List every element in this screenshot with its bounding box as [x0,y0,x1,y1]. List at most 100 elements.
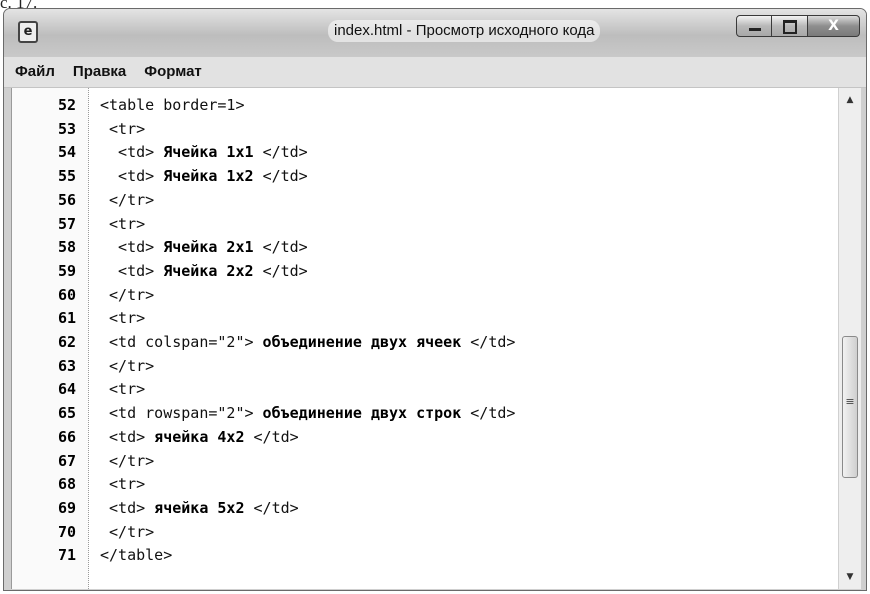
vertical-scrollbar[interactable]: ▲ ≡ ▼ [838,88,861,589]
code-text: <tr> [100,473,145,495]
code-markup: <td> [100,261,155,280]
line-number: 63 [57,356,76,375]
code-markup-close: </td> [470,333,516,351]
cell-content: Ячейка 2x1 [154,238,263,257]
code-markup: <tr> [100,309,146,328]
line-number: 62 [57,333,76,351]
code-markup: <tr> [100,380,146,399]
code-markup: <td> [100,498,146,517]
code-markup: <td> [100,427,146,446]
line-number: 56 [57,190,76,209]
code-markup: <tr> [100,475,146,494]
line-number: 61 [57,309,76,328]
code-text: <td colspan="2"> объединение двух ячеек … [100,331,515,353]
line-number: 70 [57,522,76,541]
title-bar[interactable]: e index.html - Просмотр исходного кода X [4,9,866,57]
code-text: <td> Ячейка 1x2 </td> [100,165,308,187]
scroll-grip-icon: ≡ [845,394,855,408]
code-markup: <td rowspan="2"> [100,404,254,423]
code-text: <td rowspan="2"> объединение двух строк … [100,402,515,424]
ie-app-icon[interactable]: e [18,21,38,43]
code-line: 60 </tr> [12,284,835,306]
code-line: 54 <td> Ячейка 1x1 </td> [12,141,835,163]
minimize-icon [749,28,761,31]
code-markup: <td colspan="2"> [100,333,254,351]
cell-content: объединение двух ячеек [253,333,471,351]
line-number: 59 [57,261,76,280]
window-title: index.html - Просмотр исходного кода [328,20,601,42]
code-text: <table border=1> [100,94,245,116]
menu-format[interactable]: Формат [135,57,211,87]
code-markup: <tr> [100,214,146,233]
cell-content: Ячейка 1x2 [154,167,263,186]
code-text: </tr> [100,284,154,306]
scroll-down-arrow-icon[interactable]: ▼ [839,567,861,587]
menu-edit[interactable]: Правка [64,57,135,87]
menu-bar: Файл Правка Формат [4,57,866,88]
code-line: 68 <tr> [12,473,835,495]
code-markup: </tr> [100,451,155,470]
line-number: 54 [57,143,76,162]
code-text: <tr> [100,118,145,140]
code-line: 67 </tr> [12,450,835,472]
line-number: 69 [57,498,76,517]
code-line: 70 </tr> [12,521,835,543]
code-line: 63 </tr> [12,355,835,377]
window-controls: X [736,15,860,37]
code-line: 62 <td colspan="2"> объединение двух яче… [12,331,835,353]
code-markup-close: </td> [262,261,308,280]
code-markup: <td> [100,238,155,257]
code-markup: </tr> [100,190,155,209]
code-text: <tr> [100,307,145,329]
scroll-up-arrow-icon[interactable]: ▲ [839,90,861,110]
line-number: 64 [57,380,76,399]
line-number: 65 [57,404,76,423]
line-number: 57 [57,214,76,233]
code-markup: <td> [100,143,155,162]
code-markup-close: </td> [262,167,308,186]
code-text: </tr> [100,189,154,211]
minimize-button[interactable] [736,15,772,37]
code-text: <td> Ячейка 1x1 </td> [100,141,308,163]
close-button[interactable]: X [808,15,860,37]
code-line: 66 <td> ячейка 4x2 </td> [12,426,835,448]
code-markup-close: </td> [470,404,516,423]
code-markup-close: </td> [253,498,299,517]
code-line: 71 </table> [12,544,835,566]
line-number: 52 [57,96,76,114]
line-number: 58 [57,238,76,257]
menu-file[interactable]: Файл [4,57,64,87]
cell-content: ячейка 5x2 [145,498,254,517]
code-markup: <tr> [100,119,146,138]
scroll-thumb[interactable]: ≡ [842,335,858,478]
code-text: </table> [100,544,172,566]
cell-content: ячейка 4x2 [145,427,254,446]
source-viewer-window: e index.html - Просмотр исходного кода X… [3,8,867,591]
code-line: 59 <td> Ячейка 2x2 </td> [12,260,835,282]
code-text: </tr> [100,521,154,543]
code-markup-close: </td> [262,238,308,257]
code-line: 55 <td> Ячейка 1x2 </td> [12,165,835,187]
code-markup: </tr> [100,356,155,375]
code-line: 61 <tr> [12,307,835,329]
code-markup-close: </td> [253,427,299,446]
line-number: 55 [57,167,76,186]
line-number: 53 [57,119,76,138]
code-markup: </table> [100,546,173,565]
code-line: 56 </tr> [12,189,835,211]
code-line: 57 <tr> [12,213,835,235]
line-number: 66 [57,427,76,446]
maximize-icon [783,20,797,34]
close-icon: X [828,18,839,34]
line-number: 67 [57,451,76,470]
code-line: 64 <tr> [12,378,835,400]
code-text: <td> ячейка 4x2 </td> [100,426,299,448]
source-code-view[interactable]: 52 <table border=1> 53 <tr> 54 <td> Ячейка … [11,88,861,589]
code-markup: </tr> [100,285,155,304]
code-text: <tr> [100,213,145,235]
code-markup: <td> [100,167,155,186]
maximize-button[interactable] [772,15,808,37]
line-number: 68 [57,475,76,494]
code-text: <td> Ячейка 2x2 </td> [100,260,308,282]
code-line: 53 <tr> [12,118,835,140]
